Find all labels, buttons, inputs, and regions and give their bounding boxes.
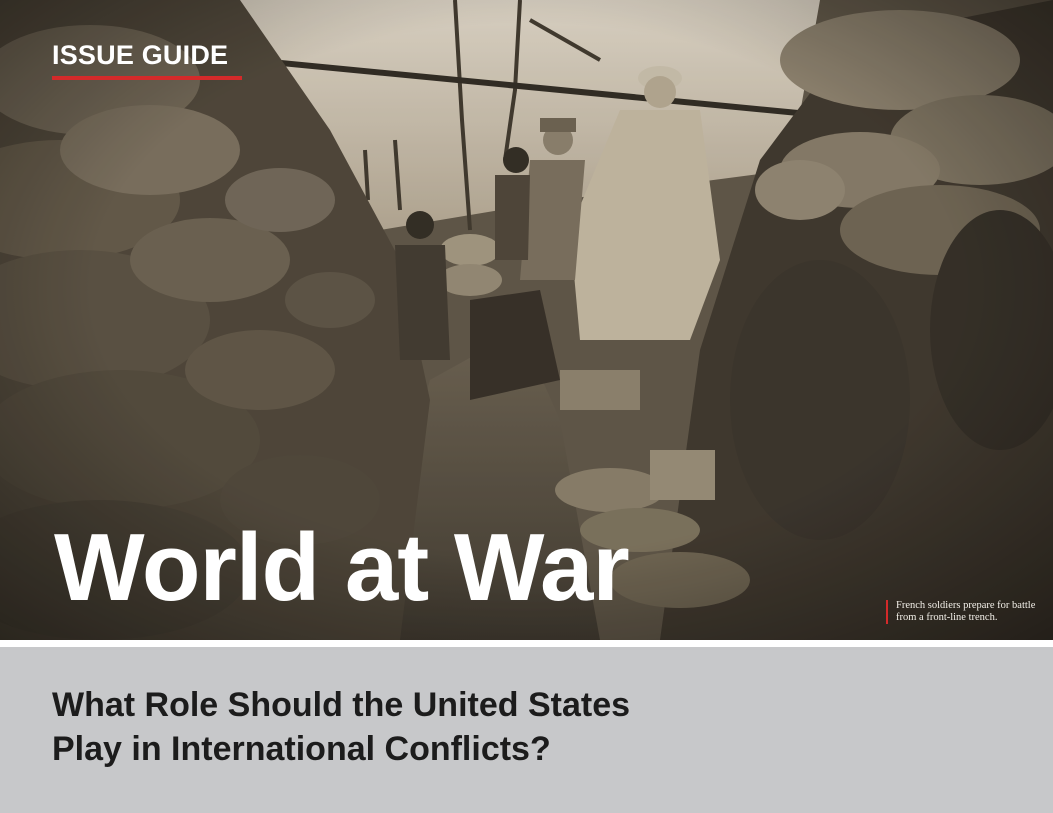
photo-caption: French soldiers prepare for battle from … [886, 600, 1053, 624]
page-title: World at War [54, 514, 630, 621]
subtitle-line-2: Play in International Conflicts? [52, 730, 551, 768]
section-divider [0, 640, 1053, 647]
subtitle-band: What Role Should the United States Play … [0, 647, 1053, 813]
subtitle-line-1: What Role Should the United States [52, 686, 631, 724]
caption-line-2: from a front-line trench. [896, 612, 998, 623]
issue-guide-label: ISSUE GUIDE [52, 40, 229, 70]
caption-line-1: French soldiers prepare for battle [896, 600, 1036, 611]
hero-photo-section: ISSUE GUIDE World at War French soldiers… [0, 0, 1053, 640]
kicker-underline [52, 76, 242, 80]
subtitle-question: What Role Should the United States Play … [52, 683, 752, 771]
